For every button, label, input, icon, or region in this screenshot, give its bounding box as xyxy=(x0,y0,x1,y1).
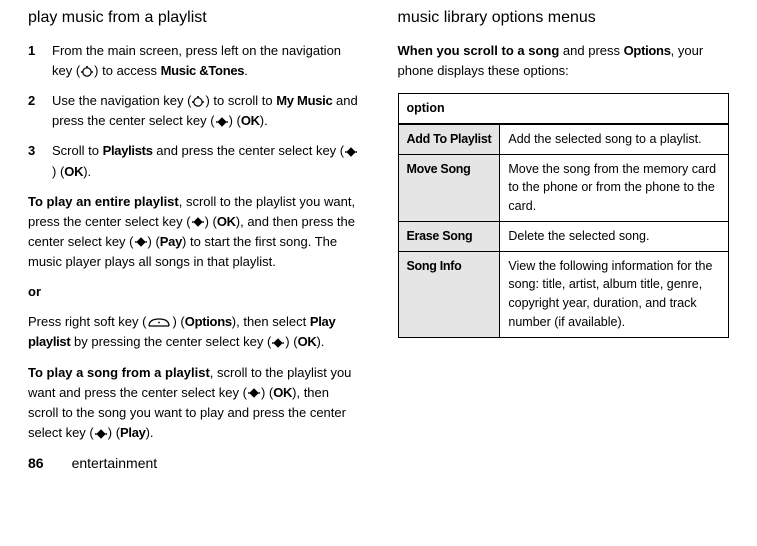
text: ) to scroll to xyxy=(205,93,276,108)
text: ). xyxy=(316,334,324,349)
text: ). xyxy=(83,164,91,179)
select-key-icon xyxy=(191,215,205,229)
text: Scroll to xyxy=(52,143,103,158)
page-footer: 86 entertainment xyxy=(28,453,360,475)
text: ) ( xyxy=(229,113,241,128)
option-header: option xyxy=(398,94,729,124)
text: ) ( xyxy=(285,334,297,349)
lead: To play an entire playlist xyxy=(28,194,179,209)
options-table: option Add To Playlist Add the selected … xyxy=(398,93,730,338)
text: ). xyxy=(146,425,154,440)
text: ) ( xyxy=(52,164,64,179)
option-desc: Move the song from the memory card to th… xyxy=(500,154,729,221)
play-entire-playlist-para: To play an entire playlist, scroll to th… xyxy=(28,192,360,273)
text: ) ( xyxy=(205,214,217,229)
select-key-icon xyxy=(94,427,108,441)
option-name: Erase Song xyxy=(398,221,500,251)
table-row: Song Info View the following information… xyxy=(398,251,729,337)
options-label: Options xyxy=(185,314,232,329)
options-menus-heading: music library options menus xyxy=(398,6,730,31)
table-row: Erase Song Delete the selected song. xyxy=(398,221,729,251)
my-music-label: My Music xyxy=(276,93,332,108)
text: ) to access xyxy=(94,63,160,78)
step-number: 1 xyxy=(28,41,52,81)
text: ) ( xyxy=(148,234,160,249)
page-number: 86 xyxy=(28,453,44,475)
step-1: 1 From the main screen, press left on th… xyxy=(28,41,360,81)
step-body: From the main screen, press left on the … xyxy=(52,41,360,81)
music-tones-label: Music &Tones xyxy=(161,63,245,78)
ok-label: OK xyxy=(217,214,236,229)
ok-label: OK xyxy=(273,385,292,400)
text: Use the navigation key ( xyxy=(52,93,191,108)
options-label: Options xyxy=(624,43,671,58)
option-desc: View the following information for the s… xyxy=(500,251,729,337)
pay-label: Pay xyxy=(160,234,182,249)
ok-label: OK xyxy=(298,334,317,349)
right-softkey-para: Press right soft key () (Options), then … xyxy=(28,312,360,352)
intro-para: When you scroll to a song and press Opti… xyxy=(398,41,730,81)
step-2: 2 Use the navigation key ( ) to scroll to… xyxy=(28,91,360,131)
step-3: 3 Scroll to Playlists and press the cent… xyxy=(28,141,360,181)
option-name: Song Info xyxy=(398,251,500,337)
text: and press the center select key ( xyxy=(153,143,344,158)
text: ) ( xyxy=(108,425,120,440)
option-name: Move Song xyxy=(398,154,500,221)
text: and press xyxy=(559,43,623,58)
playlists-label: Playlists xyxy=(103,143,153,158)
nav-key-icon xyxy=(191,95,205,109)
text: ) ( xyxy=(261,385,273,400)
select-key-icon xyxy=(344,145,358,159)
select-key-icon xyxy=(134,235,148,249)
ok-label: OK xyxy=(241,113,260,128)
category-label: entertainment xyxy=(72,453,158,475)
step-body: Use the navigation key ( ) to scroll to M… xyxy=(52,91,360,131)
or-label: or xyxy=(28,282,360,302)
lead: To play a song from a playlist xyxy=(28,365,210,380)
play-song-from-playlist-para: To play a song from a playlist, scroll t… xyxy=(28,363,360,444)
soft-key-icon xyxy=(146,316,172,330)
lead: When you scroll to a song xyxy=(398,43,560,58)
option-name: Add To Playlist xyxy=(398,124,500,154)
play-playlist-heading: play music from a playlist xyxy=(28,6,360,31)
select-key-icon xyxy=(215,115,229,129)
text: ) ( xyxy=(172,314,184,329)
right-column: music library options menus When you scr… xyxy=(398,6,730,475)
left-column: play music from a playlist 1 From the ma… xyxy=(28,6,360,475)
step-number: 3 xyxy=(28,141,52,181)
table-header-row: option xyxy=(398,94,729,124)
table-row: Add To Playlist Add the selected song to… xyxy=(398,124,729,154)
option-desc: Add the selected song to a playlist. xyxy=(500,124,729,154)
nav-key-icon xyxy=(80,65,94,79)
text: Press right soft key ( xyxy=(28,314,146,329)
option-desc: Delete the selected song. xyxy=(500,221,729,251)
text: ), then select xyxy=(232,314,310,329)
step-body: Scroll to Playlists and press the center… xyxy=(52,141,360,181)
step-number: 2 xyxy=(28,91,52,131)
ok-label: OK xyxy=(64,164,83,179)
text: ). xyxy=(260,113,268,128)
text: by pressing the center select key ( xyxy=(70,334,271,349)
play-label: Play xyxy=(120,425,146,440)
select-key-icon xyxy=(271,336,285,350)
select-key-icon xyxy=(247,386,261,400)
text: . xyxy=(244,63,248,78)
table-row: Move Song Move the song from the memory … xyxy=(398,154,729,221)
